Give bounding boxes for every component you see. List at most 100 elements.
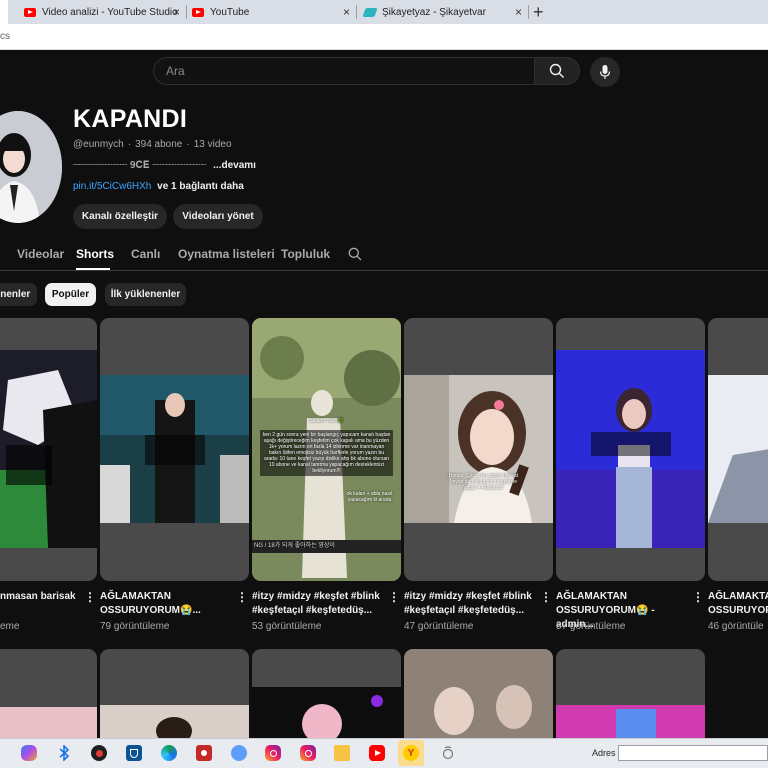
- yandex-icon[interactable]: Y: [403, 745, 419, 761]
- short-thumbnail[interactable]: [252, 649, 401, 749]
- short-frame: [0, 707, 97, 749]
- taskbar-address-input[interactable]: [618, 745, 768, 761]
- short-frame: [252, 687, 401, 749]
- tiktok-icon[interactable]: [440, 745, 456, 761]
- recorder-icon[interactable]: [196, 745, 212, 761]
- short-title[interactable]: AĞLAMAKTAN OSSURUYORUM😭...: [100, 590, 230, 618]
- short-thumbnail[interactable]: Selam! Yeo!!🌿 ben 2 gün sonra yeni bir b…: [252, 318, 401, 581]
- chip-popular[interactable]: Popüler: [45, 283, 96, 306]
- channel-description[interactable]: ┈┈┈┈┈┈┈┈┈ 𝟗𝐂𝐄 ┈┈┈┈┈┈┈┈┈ ...devamı: [73, 160, 256, 171]
- tab-separator: [356, 5, 357, 19]
- chip-oldest[interactable]: İlk yüklenenler: [105, 283, 186, 306]
- short-frame: [556, 705, 705, 749]
- short-thumbnail[interactable]: [0, 649, 97, 749]
- folder-icon[interactable]: [334, 745, 350, 761]
- short-frame: [100, 705, 249, 749]
- edge-icon[interactable]: [161, 745, 177, 761]
- youtube-icon[interactable]: [369, 745, 385, 761]
- search-button[interactable]: [534, 57, 580, 85]
- tiktok-glyph: [442, 746, 454, 760]
- channel-links: pin.it/5CiCw6HXh ve 1 bağlantı daha: [73, 181, 244, 192]
- short-title[interactable]: AĞLAMAKTAN OSSURUYORU: [708, 590, 768, 618]
- address-bar[interactable]: cs: [0, 24, 768, 50]
- short-thumbnail[interactable]: [708, 318, 768, 581]
- short-views: 57 görüntüleme: [556, 621, 626, 632]
- short-views: 53 görüntüleme: [252, 621, 322, 632]
- more-options-button[interactable]: ⋮: [236, 591, 248, 603]
- short-thumbnail[interactable]: [0, 318, 97, 581]
- tab-separator: [528, 5, 529, 19]
- subscriber-count: 394 abone: [135, 139, 183, 150]
- tab-label: Şikayetyaz - Şikayetvar: [382, 6, 486, 18]
- short-overlay-title: Selam! Yeo!!🌿: [309, 418, 344, 424]
- voice-search-button[interactable]: [590, 57, 620, 87]
- more-options-button[interactable]: ⋮: [692, 591, 704, 603]
- microphone-icon: [599, 65, 611, 79]
- short-title[interactable]: nmasan barisak: [0, 590, 90, 604]
- more-options-button[interactable]: ⋮: [388, 591, 400, 603]
- short-thumbnail[interactable]: [100, 649, 249, 749]
- copilot-icon[interactable]: [21, 745, 37, 761]
- channel-name: KAPANDI: [73, 105, 188, 133]
- channel-link[interactable]: pin.it/5CiCw6HXh: [73, 181, 151, 192]
- tab-studio[interactable]: Video analizi - YouTube Studio ×: [0, 0, 186, 24]
- short-thumbnail[interactable]: [100, 318, 249, 581]
- defender-icon[interactable]: [126, 745, 142, 761]
- manage-videos-button[interactable]: Videoları yönet: [173, 204, 263, 229]
- tab-youtube[interactable]: YouTube ×: [192, 0, 356, 24]
- taskbar-address-label: Adres: [592, 748, 616, 758]
- avatar-image: [0, 111, 62, 223]
- tab-playlists[interactable]: Oynatma listeleri: [178, 247, 275, 261]
- channel-avatar[interactable]: [0, 111, 62, 223]
- short-thumbnail[interactable]: [556, 318, 705, 581]
- short-views: 79 görüntüleme: [100, 621, 170, 632]
- more-links[interactable]: ve 1 bağlantı daha: [157, 181, 244, 192]
- screen: Video analizi - YouTube Studio × YouTube…: [0, 0, 768, 768]
- game-icon[interactable]: [91, 745, 107, 761]
- instagram-icon[interactable]: [300, 745, 316, 761]
- short-overlay-text: Hiross: Cocuk bu saçını hat kat beyaz pa…: [448, 473, 519, 491]
- short-title[interactable]: #itzy #midzy #keşfet #blink #keşfetaçıl …: [252, 590, 382, 618]
- short-frame: [708, 375, 768, 523]
- short-overlay-small: ok kalan + abla nasıl yapacağım ki arada: [346, 491, 393, 503]
- tab-community[interactable]: Topluluk: [281, 247, 330, 261]
- close-icon[interactable]: ×: [343, 5, 350, 19]
- more-options-button[interactable]: ⋮: [84, 591, 96, 603]
- short-views: 46 görüntüle: [708, 621, 764, 632]
- youtube-icon: [24, 7, 36, 17]
- description-text: ┈┈┈┈┈┈┈┈┈ 𝟗𝐂𝐄 ┈┈┈┈┈┈┈┈┈: [73, 160, 207, 171]
- more-options-button[interactable]: ⋮: [540, 591, 552, 603]
- tab-shorts[interactable]: Shorts: [76, 247, 114, 261]
- description-more-link[interactable]: ...devamı: [213, 160, 256, 171]
- close-icon[interactable]: ×: [515, 5, 522, 19]
- customize-channel-button[interactable]: Kanalı özelleştir: [73, 204, 167, 229]
- short-overlay-text: ben 2 gün sonra yeni bir başlangıç yapıc…: [260, 430, 393, 476]
- short-thumbnail[interactable]: Hiross: Cocuk bu saçını hat kat beyaz pa…: [404, 318, 553, 581]
- search-icon: [549, 63, 564, 78]
- app-icon[interactable]: [231, 745, 247, 761]
- short-thumbnail[interactable]: [556, 649, 705, 749]
- search-icon: [348, 247, 362, 261]
- tab-videos[interactable]: Videolar: [17, 247, 64, 261]
- meta-separator: ·: [127, 139, 132, 150]
- tab-live[interactable]: Canlı: [131, 247, 160, 261]
- tabs-divider: [0, 270, 768, 271]
- short-title[interactable]: #itzy #midzy #keşfet #blink #keşfetaçıl …: [404, 590, 534, 618]
- search-box: [153, 57, 535, 85]
- youtube-icon: [192, 7, 204, 17]
- new-tab-button[interactable]: +: [533, 1, 544, 23]
- short-thumbnail[interactable]: [404, 649, 553, 749]
- close-icon[interactable]: ×: [173, 5, 180, 19]
- channel-search-button[interactable]: [348, 247, 362, 266]
- bluetooth-icon[interactable]: [56, 745, 72, 761]
- search-input[interactable]: [154, 58, 534, 84]
- tab-sikayetvar[interactable]: Şikayetyaz - Şikayetvar ×: [362, 0, 528, 24]
- channel-meta: @eunmych · 394 abone · 13 video: [73, 139, 232, 150]
- tab-label: Video analizi - YouTube Studio: [42, 6, 178, 18]
- bluetooth-glyph: [59, 745, 70, 761]
- short-views: eme: [0, 621, 20, 632]
- short-frame: [404, 649, 553, 749]
- chip-latest[interactable]: enenler: [0, 283, 37, 306]
- short-views: 47 görüntüleme: [404, 621, 474, 632]
- instagram-icon[interactable]: [265, 745, 281, 761]
